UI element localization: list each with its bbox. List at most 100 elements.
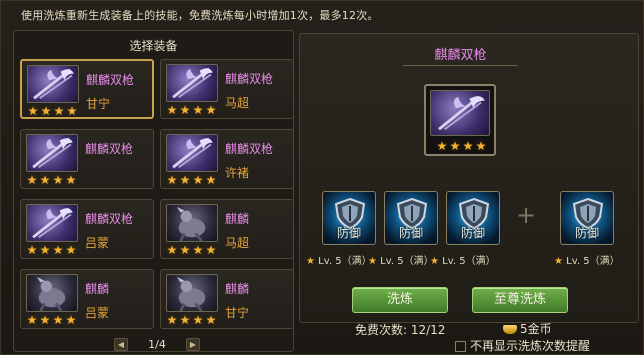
star-icon: ★ — [39, 243, 51, 257]
equipment-owner: 吕蒙 — [85, 306, 110, 320]
star-icon: ★ — [26, 173, 38, 187]
equipment-owner: 甘宁 — [225, 306, 250, 320]
skill-label: 防御 — [336, 226, 361, 240]
star-icon: ★ — [205, 313, 217, 327]
refine-button[interactable]: 洗炼 — [352, 287, 448, 313]
current-skill-slot[interactable]: 防御 — [446, 191, 500, 245]
star-icon: ★ — [65, 313, 77, 327]
equipment-name: 麒麟双枪 — [225, 72, 274, 86]
star-icon: ★ — [40, 104, 52, 118]
star-icon: ★ — [53, 104, 65, 118]
twin-spear-icon — [430, 90, 490, 136]
prev-page-button[interactable]: ◀ — [114, 338, 128, 351]
gold-cost: 5金币 — [503, 320, 552, 337]
equipment-owner: 马超 — [225, 96, 250, 110]
qilin-mount-icon — [166, 274, 218, 312]
selected-equipment-stars: ★ ★ ★ ★ — [436, 140, 487, 152]
star-icon: ★ — [179, 103, 191, 117]
equipment-card[interactable]: ★ ★ ★ ★ 麒麟甘宁 — [160, 269, 294, 329]
twin-spear-icon — [27, 65, 79, 103]
equipment-card[interactable]: ★ ★ ★ ★ 麒麟双枪 — [20, 129, 154, 189]
equipment-name: 麒麟双枪 — [85, 212, 134, 226]
no-remind-label: 不再显示洗炼次数提醒 — [470, 339, 591, 353]
equipment-card[interactable]: ★ ★ ★ ★ 麒麟吕蒙 — [20, 269, 154, 329]
skill-level: ★ Lv. 5（满） — [430, 252, 496, 267]
equipment-card[interactable]: ★ ★ ★ ★ 麒麟 马超 — [160, 199, 294, 259]
equipment-stars: ★ ★ ★ ★ — [26, 174, 77, 186]
star-icon: ★ — [166, 243, 178, 257]
star-icon: ★ — [192, 313, 204, 327]
twin-spear-icon — [166, 134, 218, 172]
skill-level: ★ Lv. 5（满） — [306, 252, 372, 267]
star-icon: ★ — [39, 313, 51, 327]
selected-equipment-title: 麒麟双枪 — [403, 44, 518, 66]
skill-level-text: Lv. 5（满） — [380, 256, 434, 267]
equipment-name: 麒麟 — [225, 282, 250, 296]
equipment-name: 麒麟双枪 — [225, 142, 274, 156]
equipment-card[interactable]: ★ ★ ★ ★ 麒麟双枪 吕蒙 — [20, 199, 154, 259]
star-icon: ★ — [166, 173, 178, 187]
plus-icon: + — [516, 201, 537, 229]
equipment-stars: ★ ★ ★ ★ — [166, 314, 217, 326]
equipment-stars: ★ ★ ★ ★ — [166, 104, 217, 116]
star-icon: ★ — [65, 173, 77, 187]
star-icon: ★ — [462, 139, 474, 153]
skill-level-text: Lv. 5（满） — [566, 256, 620, 267]
equipment-stars: ★ ★ ★ ★ — [166, 244, 217, 256]
star-icon: ★ — [192, 243, 204, 257]
twin-spear-icon — [26, 204, 78, 242]
gold-cost-text: 5金币 — [520, 322, 552, 336]
equipment-card[interactable]: ★ ★ ★ ★ 麒麟双枪 许褚 — [160, 129, 294, 189]
current-skill-slot[interactable]: 防御 — [384, 191, 438, 245]
star-icon: ★ — [52, 313, 64, 327]
twin-spear-icon — [26, 134, 78, 172]
star-icon: ★ — [27, 104, 39, 118]
result-skill-slot[interactable]: 防御 — [560, 191, 614, 245]
star-icon: ★ — [166, 103, 178, 117]
equipment-owner: 许褚 — [225, 166, 250, 180]
twin-spear-icon — [166, 64, 218, 102]
star-icon: ★ — [192, 103, 204, 117]
no-remind-checkbox[interactable] — [455, 341, 466, 352]
skill-label: 防御 — [398, 226, 423, 240]
star-icon: ★ — [205, 243, 217, 257]
equipment-name: 麒麟 — [225, 212, 250, 226]
skill-level: ★ Lv. 5（满） — [368, 252, 434, 267]
equipment-owner: 甘宁 — [86, 97, 111, 111]
star-icon: ★ — [52, 173, 64, 187]
star-icon: ★ — [554, 256, 567, 267]
star-icon: ★ — [179, 313, 191, 327]
supreme-refine-button[interactable]: 至尊洗炼 — [472, 287, 568, 313]
pager: ◀ 1/4 ▶ — [102, 336, 212, 354]
equipment-stars: ★ ★ ★ ★ — [27, 105, 78, 117]
star-icon: ★ — [65, 243, 77, 257]
free-count-label: 免费次数: 12/12 — [355, 323, 446, 337]
no-remind-row[interactable]: 不再显示洗炼次数提醒 — [455, 337, 590, 354]
star-icon: ★ — [205, 173, 217, 187]
star-icon: ★ — [39, 173, 51, 187]
star-icon: ★ — [475, 139, 487, 153]
refine-detail-panel: 麒麟双枪 ★ ★ ★ ★ 防御 ★ Lv. 5（满） 防御 ★ Lv. 5（满） 防御 ★ Lv… — [299, 33, 639, 323]
next-page-button[interactable]: ▶ — [186, 338, 200, 351]
equipment-stars: ★ ★ ★ ★ — [166, 174, 217, 186]
equipment-name: 麒麟 — [85, 282, 110, 296]
equipment-select-title: 选择装备 — [129, 39, 178, 53]
star-icon: ★ — [52, 243, 64, 257]
star-icon: ★ — [179, 243, 191, 257]
current-skill-slot[interactable]: 防御 — [322, 191, 376, 245]
refine-window: 使用洗炼重新生成装备上的技能，免费洗炼每小时增加1次，最多12次。 选择装备 ★… — [0, 0, 644, 355]
star-icon: ★ — [436, 139, 448, 153]
equipment-card[interactable]: ★ ★ ★ ★ 麒麟双枪 甘宁 — [20, 59, 154, 119]
star-icon: ★ — [205, 103, 217, 117]
skill-label: 防御 — [574, 226, 599, 240]
equipment-card[interactable]: ★ ★ ★ ★ 麒麟双枪 马超 — [160, 59, 294, 119]
refine-hint-text: 使用洗炼重新生成装备上的技能，免费洗炼每小时增加1次，最多12次。 — [21, 9, 379, 22]
skill-label: 防御 — [460, 226, 485, 240]
qilin-mount-icon — [26, 274, 78, 312]
star-icon: ★ — [306, 256, 319, 267]
equipment-owner: 马超 — [225, 236, 250, 250]
skill-level-text: Lv. 5（满） — [442, 256, 496, 267]
gold-ingot-icon — [503, 325, 517, 334]
star-icon: ★ — [368, 256, 381, 267]
equipment-stars: ★ ★ ★ ★ — [26, 314, 77, 326]
